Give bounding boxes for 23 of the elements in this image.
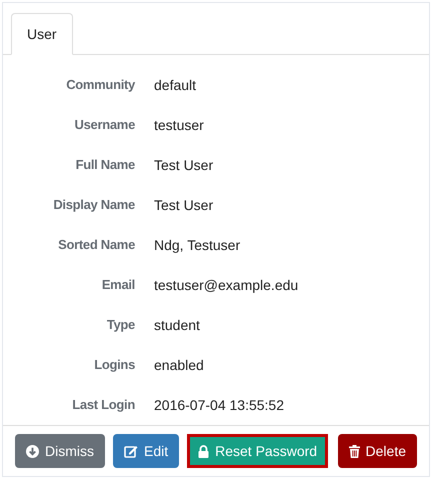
field-label: Last Login (71, 396, 135, 414)
field-label: Type (106, 316, 135, 334)
reset-password-button[interactable]: Reset Password (187, 434, 328, 468)
field-value: testuser (154, 116, 204, 134)
field-value: Test User (154, 156, 214, 174)
field-label: Display Name (52, 196, 135, 214)
field-label: Full Name (74, 156, 135, 174)
field-value: default (154, 76, 196, 94)
field-value: student (154, 316, 200, 334)
user-tab[interactable]: User (11, 13, 73, 55)
field-label: Email (100, 276, 135, 294)
dismiss-button[interactable]: Dismiss (15, 434, 105, 468)
field-value: 2016-07-04 13:55:52 (154, 396, 284, 414)
field-value: Test User (154, 196, 214, 214)
field-label: Community (65, 76, 135, 94)
field-value: Ndg, Testuser (154, 236, 240, 255)
delete-button[interactable]: Delete (338, 434, 417, 468)
field-label: Username (74, 116, 135, 134)
edit-button[interactable]: Edit (113, 434, 180, 468)
field-value: testuser@example.edu (154, 276, 298, 295)
field-label: Sorted Name (57, 236, 135, 254)
field-label: Logins (93, 356, 135, 374)
field-value: enabled (154, 356, 204, 374)
